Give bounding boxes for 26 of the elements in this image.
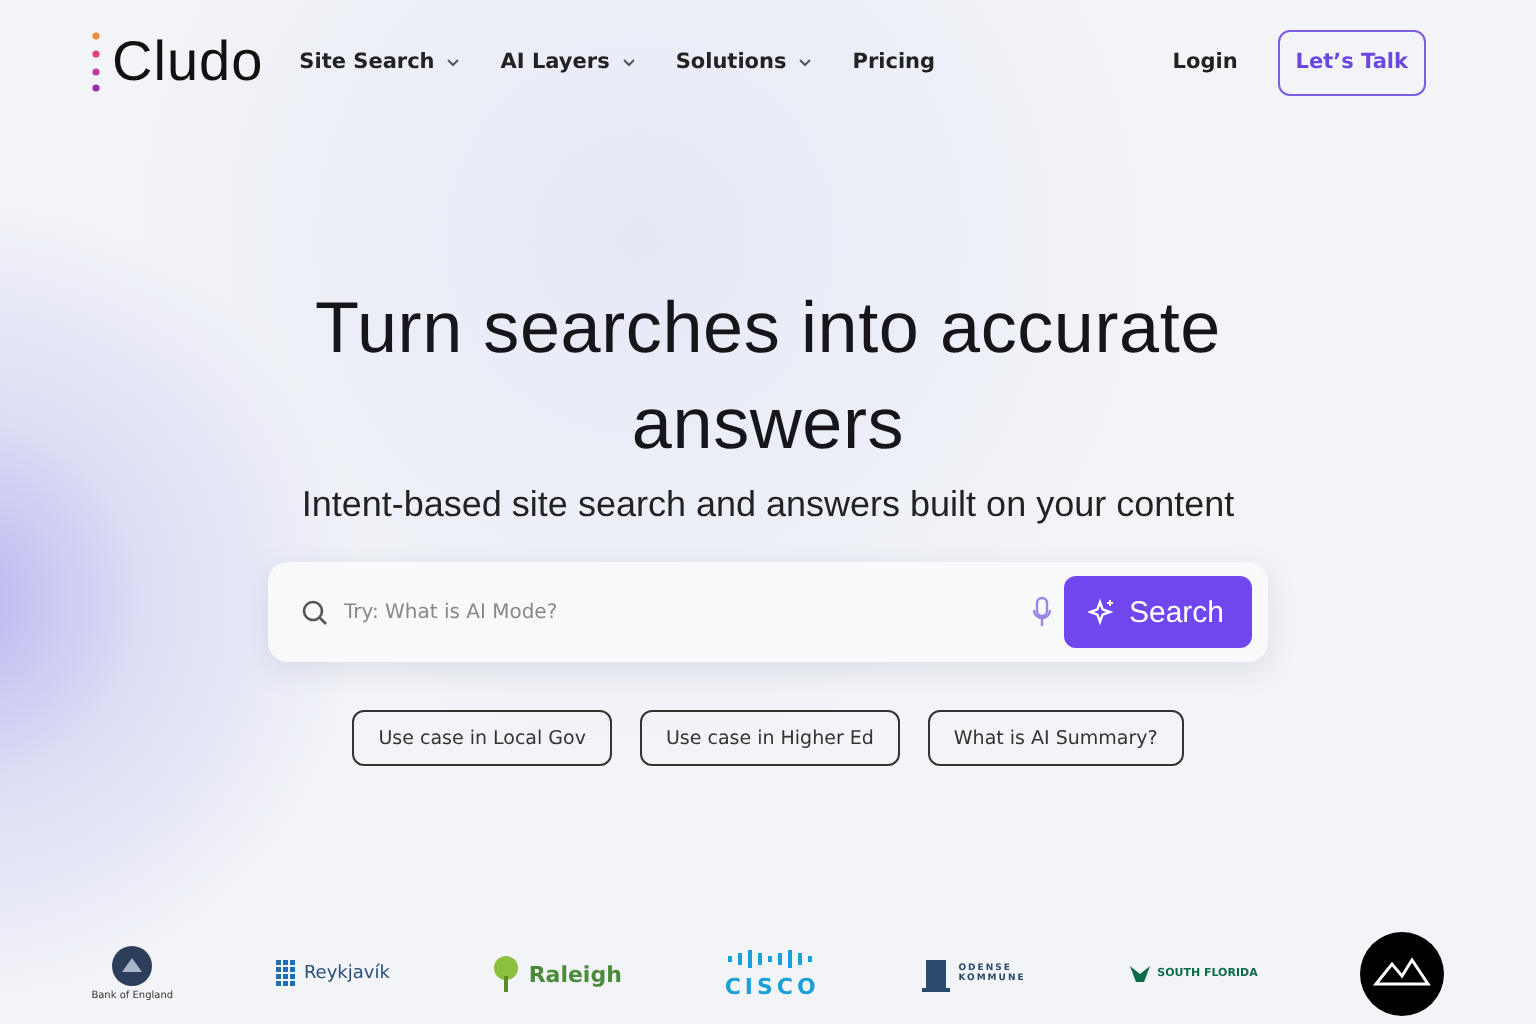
search-button[interactable]: Search — [1064, 576, 1252, 648]
tree-icon — [492, 956, 521, 992]
logo-text: CISCO — [724, 974, 820, 1000]
nav-link[interactable]: Pricing — [852, 50, 936, 74]
microphone-icon[interactable] — [1032, 596, 1053, 628]
suggestion-chip[interactable]: Use case in Higher Ed — [639, 710, 900, 766]
sparkle-icon — [1088, 598, 1117, 626]
suggestion-chip[interactable]: What is AI Summary? — [927, 710, 1184, 766]
nav-link[interactable]: Site Search — [299, 50, 461, 74]
search-field[interactable]: Try: What is AI Mode? Search — [268, 562, 1268, 662]
tower-icon — [922, 956, 951, 992]
dots-icon — [92, 30, 100, 94]
contact-button[interactable]: Let’s Talk — [1277, 29, 1426, 95]
badge-icon — [1360, 932, 1445, 1016]
login-link[interactable]: Login — [1172, 50, 1238, 74]
hero-subtitle: Intent-based site search and answers built on your content — [301, 484, 1235, 526]
search-icon — [302, 599, 328, 625]
logo-text: Raleigh — [528, 961, 622, 987]
brand-logo[interactable]: Cludo — [112, 30, 264, 94]
seal-icon — [112, 946, 153, 986]
nav-link[interactable]: Solutions — [675, 50, 813, 74]
logo-text: Reykjavík — [303, 964, 390, 984]
nav-link[interactable]: AI Layers — [500, 50, 636, 74]
grid-icon — [275, 960, 296, 988]
suggestion-chip[interactable]: Use case in Local Gov — [352, 710, 612, 766]
hero-title: Turn searches into accurate answers — [313, 284, 1223, 468]
